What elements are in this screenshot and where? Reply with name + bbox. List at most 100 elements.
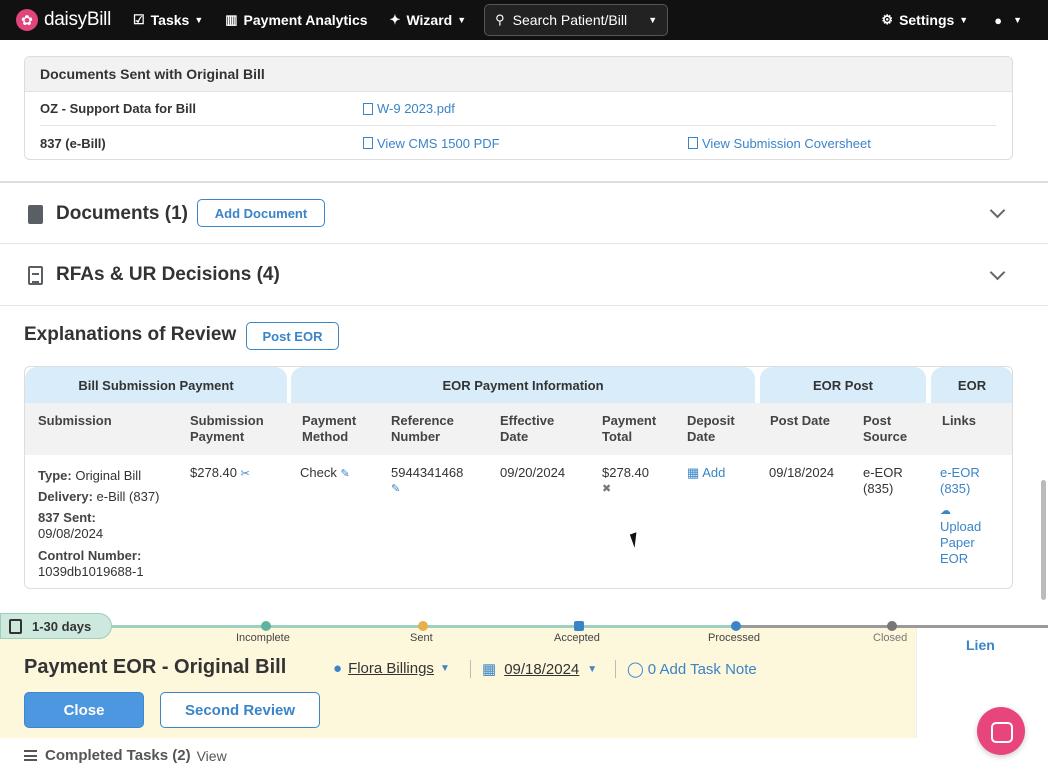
task-date: 09/18/2024 — [504, 660, 580, 678]
doc-link[interactable]: W-9 2023.pdf — [363, 101, 455, 116]
add-task-note-link[interactable]: ◯ 0 Add Task Note — [627, 660, 757, 679]
nav-analytics-label: Payment Analytics — [243, 12, 368, 28]
post-source-value: e-EOR (835) — [863, 465, 903, 496]
doc-row: 837 (e-Bill) View CMS 1500 PDF View Subm… — [40, 126, 996, 159]
chat-icon[interactable] — [977, 707, 1025, 755]
milestone-incomplete-label: Incomplete — [236, 632, 290, 644]
e-eor-link[interactable]: e-EOR (835) — [940, 465, 996, 497]
add-deposit-date-link[interactable]: ▦ Add — [687, 465, 725, 481]
separator — [470, 660, 471, 678]
documents-sent-panel: Documents Sent with Original Bill OZ - S… — [24, 56, 1013, 160]
col-submission: Submission — [38, 413, 112, 428]
eor-table: Bill Submission Payment EOR Payment Info… — [24, 366, 1013, 589]
nav-settings[interactable]: ⚙ Settings ▼ — [881, 12, 968, 28]
view-submission-coversheet-link[interactable]: View Submission Coversheet — [688, 136, 871, 151]
effective-date-value: 09/20/2024 — [500, 465, 566, 480]
type-value: Original Bill — [75, 468, 142, 483]
payment-method-cell: Check ✎ — [300, 465, 350, 482]
comment-icon: ◯ — [627, 661, 644, 678]
brand-name: daisyBill — [44, 9, 111, 30]
chevron-down-icon: ▼ — [194, 15, 204, 25]
sent-value: 09/08/2024 — [38, 526, 104, 541]
nav-wizard[interactable]: ✦ Wizard ▼ — [390, 12, 467, 28]
chevron-down-icon: ▼ — [587, 663, 598, 675]
edit-icon[interactable]: ✎ — [391, 481, 463, 497]
pdf-file-icon — [28, 204, 43, 224]
documents-sent-title: Documents Sent with Original Bill — [25, 57, 1012, 92]
user-icon: ● — [333, 660, 343, 677]
links-cell: e-EOR (835) ☁ Upload Paper EOR — [940, 465, 996, 567]
post-eor-button[interactable]: Post EOR — [246, 322, 339, 350]
search-label: Search Patient/Bill — [512, 12, 628, 28]
col-post-source: Post Source — [863, 413, 908, 444]
doc-row: OZ - Support Data for Bill W-9 2023.pdf — [40, 92, 996, 126]
doc-link-text: W-9 2023.pdf — [377, 101, 455, 116]
remove-icon[interactable]: ✖ — [602, 481, 649, 497]
checkbox-icon: ☑ — [133, 12, 145, 27]
post-date-value: 09/18/2024 — [769, 465, 835, 480]
task-title: Payment EOR - Original Bill — [24, 656, 287, 678]
delivery-value: e-Bill (837) — [96, 489, 160, 504]
task-date-select[interactable]: ▦ 09/18/2024 ▼ — [482, 660, 598, 679]
chevron-down-icon[interactable] — [989, 202, 1006, 219]
doc-label: OZ - Support Data for Bill — [40, 101, 196, 116]
assignee-select[interactable]: ● Flora Billings ▼ — [333, 660, 450, 677]
completed-view-link[interactable]: View — [197, 748, 227, 764]
milestone-processed-icon — [731, 621, 741, 631]
calendar-icon: ▦ — [687, 465, 700, 480]
milestone-accepted-label: Accepted — [554, 632, 600, 644]
user-circle-icon: ● — [994, 12, 1003, 28]
col-post-date: Post Date — [770, 413, 830, 428]
group-eor-post: EOR Post — [760, 367, 926, 403]
chevron-down-icon[interactable] — [989, 264, 1006, 281]
milestone-sent-icon — [418, 621, 428, 631]
delivery-label: Delivery: — [38, 489, 93, 504]
col-payment-method: Payment Method — [302, 413, 357, 444]
pdf-file-icon — [363, 102, 373, 115]
second-review-button[interactable]: Second Review — [160, 692, 320, 728]
reference-number-value: 5944341468 — [391, 465, 464, 480]
type-label: Type: — [38, 468, 72, 483]
chevron-down-icon: ▼ — [648, 15, 658, 25]
document-icon — [28, 265, 43, 285]
edit-icon[interactable]: ✎ — [340, 468, 349, 480]
calendar-icon: ▦ — [482, 661, 497, 678]
col-deposit-date: Deposit Date — [687, 413, 735, 444]
top-navbar: ✿ daisyBill ☑ Tasks ▼ ▥ Payment Analytic… — [0, 0, 1048, 40]
upload-paper-eor-link[interactable]: Upload Paper EOR — [940, 519, 996, 567]
payment-total-cell: $278.40 ✖ — [602, 465, 649, 497]
separator — [615, 660, 616, 678]
rfas-section[interactable]: RFAs & UR Decisions (4) — [0, 244, 1048, 306]
lien-tab-label: Lien — [966, 637, 995, 653]
documents-title: Documents (1) — [56, 203, 188, 224]
gear-icon: ⚙ — [881, 12, 894, 27]
bar-chart-icon: ▥ — [225, 12, 238, 27]
nav-wizard-label: Wizard — [406, 12, 453, 28]
close-button[interactable]: Close — [24, 692, 144, 728]
scrollbar[interactable] — [1041, 480, 1046, 600]
nav-tasks[interactable]: ☑ Tasks ▼ — [133, 12, 203, 28]
milestone-closed-label: Closed — [873, 632, 908, 644]
nav-tasks-label: Tasks — [150, 12, 190, 28]
payment-method-value: Check — [300, 465, 337, 480]
chevron-down-icon: ▼ — [959, 15, 969, 25]
completed-tasks[interactable]: Completed Tasks (2) View — [24, 747, 227, 764]
col-reference-number: Reference Number — [391, 413, 454, 444]
clipboard-check-icon — [9, 618, 22, 634]
view-cms-1500-link[interactable]: View CMS 1500 PDF — [363, 136, 500, 151]
rfas-title: RFAs & UR Decisions (4) — [56, 264, 280, 285]
documents-section[interactable]: Documents (1) Add Document — [0, 183, 1048, 245]
control-value: 1039db1019688-1 — [38, 564, 144, 579]
search-patient-bill[interactable]: ⚲ Search Patient/Bill ▼ — [484, 4, 669, 36]
brand-logo[interactable]: ✿ daisyBill — [16, 9, 111, 31]
submission-payment-cell: $278.40 ✂ — [190, 465, 250, 482]
add-document-button[interactable]: Add Document — [197, 199, 325, 227]
pdf-file-icon — [363, 137, 373, 149]
eor-title: Explanations of Review — [24, 324, 237, 345]
nav-payment-analytics[interactable]: ▥ Payment Analytics — [225, 12, 367, 28]
milestone-incomplete-icon — [261, 621, 271, 631]
user-menu[interactable]: ● ▼ — [994, 13, 1022, 28]
scissors-icon[interactable]: ✂ — [241, 468, 250, 480]
milestone-accepted-icon — [574, 621, 584, 631]
reference-number-cell: 5944341468 ✎ — [391, 465, 463, 497]
